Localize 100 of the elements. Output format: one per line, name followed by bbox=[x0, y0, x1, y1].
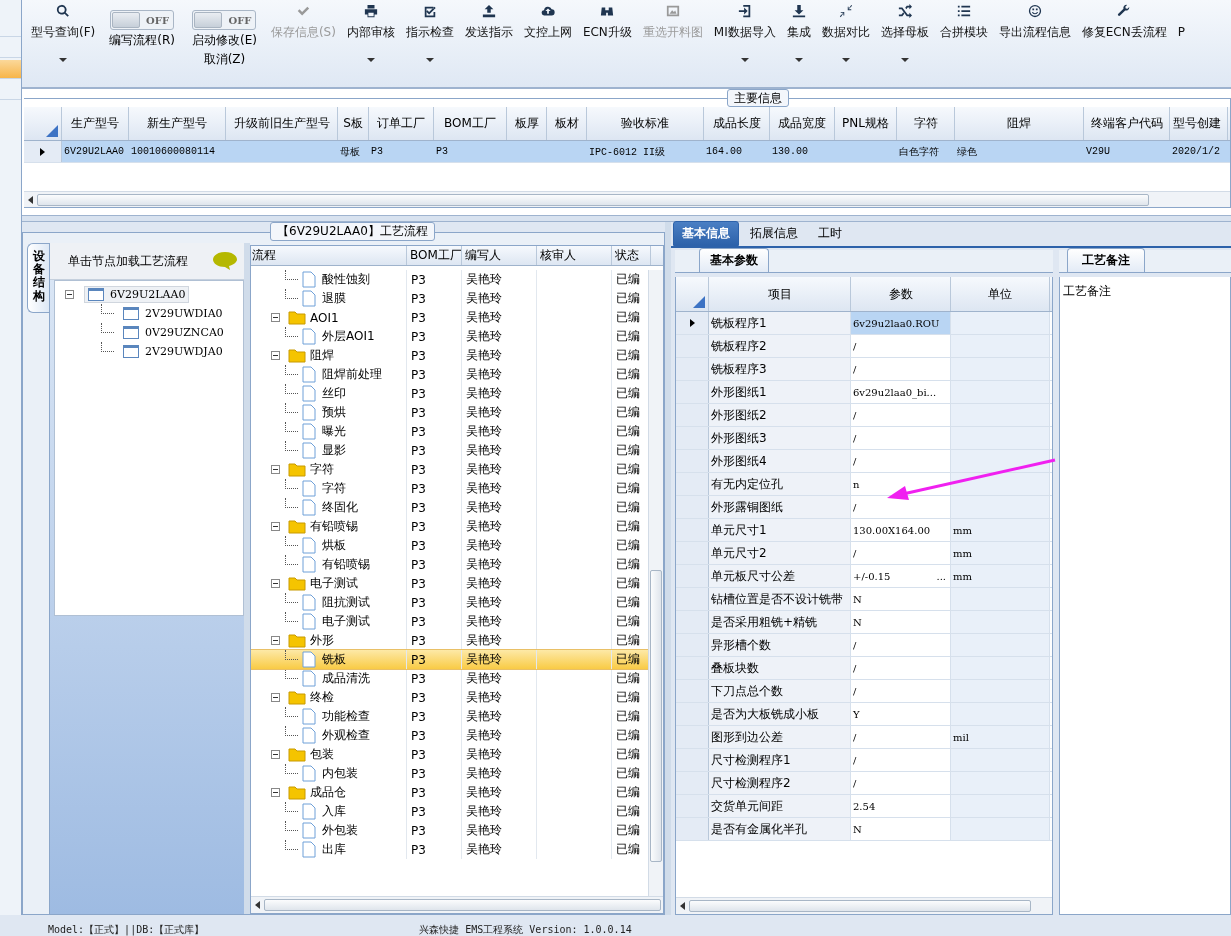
document-icon bbox=[302, 423, 316, 440]
table-row[interactable]: 尺寸检测程序1 / bbox=[676, 749, 1052, 772]
collapse-icon[interactable] bbox=[271, 788, 280, 797]
table-row[interactable]: 图形到边公差 / mil bbox=[676, 726, 1052, 749]
vertical-scrollbar[interactable] bbox=[648, 270, 663, 896]
table-cell: mil bbox=[953, 731, 969, 743]
column-header[interactable]: 订单工厂 bbox=[369, 107, 434, 140]
tab[interactable]: 工艺备注 bbox=[1067, 248, 1145, 272]
table-row[interactable]: 6V29U2LAA0 10010600080114 母板 P3 P3 IPC-6012 II级 164.00 130.00 白色字符 绿色 V29U 2020/1/2 bbox=[24, 141, 1230, 163]
table-row[interactable]: 铣板程序3 / bbox=[676, 358, 1052, 381]
collapse-icon[interactable] bbox=[271, 465, 280, 474]
toolbar-button[interactable]: 修复ECN丢流程 bbox=[1076, 2, 1172, 76]
column-header[interactable]: 状态 bbox=[612, 246, 651, 265]
toggle-switch[interactable]: OFF bbox=[192, 10, 257, 30]
toolbar-button[interactable]: 发送指示 bbox=[459, 2, 518, 76]
tree-node[interactable]: 2V29UWDIA0 bbox=[120, 306, 226, 321]
tree-node[interactable]: 0V29UZNCA0 bbox=[120, 325, 227, 340]
collapse-icon[interactable] bbox=[271, 693, 280, 702]
table-row[interactable]: 叠板块数 / bbox=[676, 657, 1052, 680]
table-row[interactable]: 尺寸检测程序2 / bbox=[676, 772, 1052, 795]
toolbar-button[interactable]: 选择母板 bbox=[875, 2, 934, 76]
column-header[interactable]: 流程 bbox=[251, 246, 407, 265]
table-row[interactable]: 外形图纸4 / bbox=[676, 450, 1052, 473]
table-row[interactable]: 铣板程序1 6v29u2laa0.ROU bbox=[676, 312, 1052, 335]
column-header[interactable]: 编写人 bbox=[462, 246, 537, 265]
column-header[interactable]: 终端客户代码 bbox=[1084, 107, 1170, 140]
toolbar-button[interactable]: MI数据导入 bbox=[708, 2, 781, 76]
toolbar-button[interactable]: 导出流程信息 bbox=[993, 2, 1076, 76]
toolbar-button[interactable]: P bbox=[1172, 2, 1190, 76]
tree-node[interactable]: 6V29U2LAA0 bbox=[84, 286, 190, 303]
toolbar-button[interactable]: 合拼模块 bbox=[934, 2, 993, 76]
column-header[interactable]: 板厚 bbox=[507, 107, 547, 140]
column-header[interactable]: BOM工厂 bbox=[407, 246, 462, 265]
window-icon bbox=[123, 326, 139, 339]
column-header[interactable]: 成品长度 bbox=[704, 107, 770, 140]
column-header[interactable]: BOM工厂 bbox=[434, 107, 507, 140]
column-header[interactable]: PNL规格 bbox=[835, 107, 897, 140]
collapse-icon[interactable] bbox=[271, 579, 280, 588]
tab[interactable]: 基本信息 bbox=[673, 221, 739, 246]
table-row[interactable]: 是否采用粗铣+精铣 N bbox=[676, 611, 1052, 634]
toggle-switch[interactable]: OFF bbox=[110, 10, 175, 30]
table-row[interactable]: 下刀点总个数 / bbox=[676, 680, 1052, 703]
table-row[interactable]: 单元板尺寸公差 +/-0.15 ... mm bbox=[676, 565, 1052, 588]
toolbar-button[interactable]: 文控上网 bbox=[518, 2, 577, 76]
toolbar-button[interactable]: 数据对比 bbox=[816, 2, 875, 76]
tree-row[interactable]: 铣板 P3 吴艳玲 已编 bbox=[251, 650, 648, 669]
toolbar-button[interactable]: 型号查询(F) bbox=[26, 2, 101, 76]
column-header[interactable]: 成品宽度 bbox=[770, 107, 835, 140]
ellipsis-button[interactable]: ... bbox=[936, 570, 946, 582]
column-header[interactable]: 参数 bbox=[851, 277, 951, 311]
table-row[interactable]: 外形图纸3 / bbox=[676, 427, 1052, 450]
side-tab[interactable]: 设备结构 bbox=[27, 243, 49, 313]
tree-node[interactable]: 2V29UWDJA0 bbox=[120, 344, 226, 359]
collapse-icon[interactable] bbox=[271, 750, 280, 759]
tab[interactable]: 基本参数 bbox=[699, 248, 769, 272]
document-icon bbox=[302, 613, 316, 630]
column-header[interactable]: 生产型号 bbox=[62, 107, 129, 140]
column-header[interactable]: 项目 bbox=[709, 277, 851, 311]
collapse-icon[interactable] bbox=[271, 636, 280, 645]
column-header[interactable]: 单位 bbox=[951, 277, 1050, 311]
table-row[interactable]: 有无内定位孔 n bbox=[676, 473, 1052, 496]
table-row[interactable]: 外形露铜图纸 / bbox=[676, 496, 1052, 519]
table-row[interactable]: 是否为大板铣成小板 Y bbox=[676, 703, 1052, 726]
column-header[interactable]: 新生产型号 bbox=[129, 107, 226, 140]
column-header[interactable]: 板材 bbox=[547, 107, 587, 140]
table-cell: 吴艳玲 bbox=[462, 346, 537, 365]
toolbar-button[interactable]: 集成 bbox=[781, 2, 816, 76]
table-row[interactable]: 交货单元间距 2.54 bbox=[676, 795, 1052, 818]
collapse-icon[interactable] bbox=[271, 313, 280, 322]
table-row[interactable]: 铣板程序2 / bbox=[676, 335, 1052, 358]
column-header[interactable]: 阻焊 bbox=[955, 107, 1084, 140]
collapse-icon[interactable] bbox=[271, 351, 280, 360]
collapse-icon[interactable] bbox=[65, 290, 74, 299]
horizontal-scrollbar[interactable] bbox=[24, 191, 1230, 207]
document-icon bbox=[302, 537, 316, 554]
table-row[interactable]: 单元尺寸2 / mm bbox=[676, 542, 1052, 565]
horizontal-scrollbar[interactable] bbox=[676, 897, 1052, 914]
tab[interactable]: 拓展信息 bbox=[741, 221, 807, 246]
column-header[interactable]: 型号创建 bbox=[1170, 107, 1228, 140]
table-row[interactable]: 外形图纸2 / bbox=[676, 404, 1052, 427]
column-header[interactable]: 字符 bbox=[897, 107, 955, 140]
process-name: 成品清洗 bbox=[322, 670, 370, 687]
tab[interactable]: 工时 bbox=[809, 221, 851, 246]
process-name: 阻抗测试 bbox=[322, 594, 370, 611]
table-row[interactable]: 异形槽个数 / bbox=[676, 634, 1052, 657]
caret-icon bbox=[900, 58, 909, 62]
toolbar-button[interactable]: ECN升级 bbox=[577, 2, 637, 76]
column-header[interactable]: 核审人 bbox=[537, 246, 612, 265]
column-header[interactable]: 升级前旧生产型号 bbox=[226, 107, 338, 140]
table-row[interactable]: 外形图纸1 6v29u2laa0_bi... bbox=[676, 381, 1052, 404]
column-header[interactable]: 验收标准 bbox=[587, 107, 704, 140]
table-cell: 吴艳玲 bbox=[462, 289, 537, 308]
toolbar-button[interactable]: 指示检查 bbox=[400, 2, 459, 76]
column-header[interactable]: S板 bbox=[338, 107, 369, 140]
horizontal-scrollbar[interactable] bbox=[251, 896, 663, 913]
toolbar-button[interactable]: 内部审核 bbox=[341, 2, 400, 76]
table-row[interactable]: 单元尺寸1 130.00X164.00 mm bbox=[676, 519, 1052, 542]
table-row[interactable]: 钻槽位置是否不设计铣带 N bbox=[676, 588, 1052, 611]
collapse-icon[interactable] bbox=[271, 522, 280, 531]
table-row[interactable]: 是否有金属化半孔 N bbox=[676, 818, 1052, 841]
